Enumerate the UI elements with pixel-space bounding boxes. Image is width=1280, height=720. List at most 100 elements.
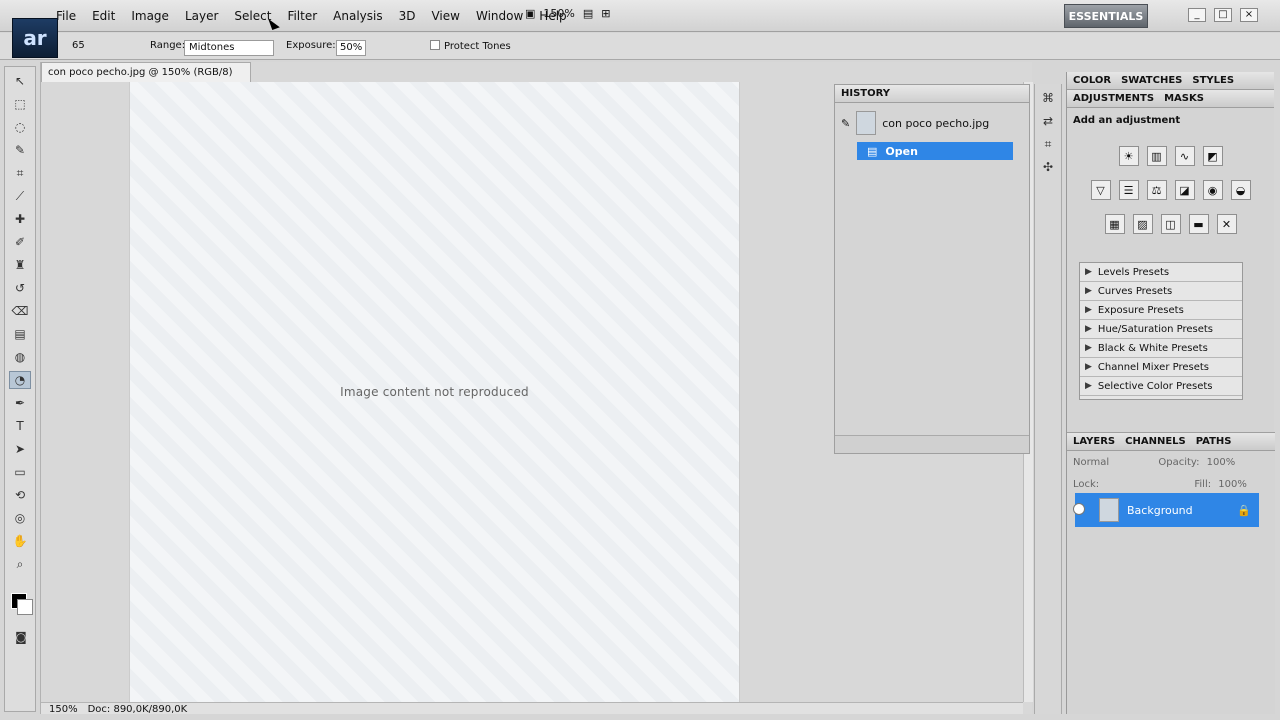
exposure-input[interactable]: 50%	[336, 40, 366, 56]
eraser-tool-icon[interactable]: ⌫	[9, 302, 31, 320]
adjustment-icons-row-1: ☀ ▥ ∿ ◩	[1067, 146, 1274, 166]
selective-color-icon[interactable]: ✕	[1216, 214, 1237, 234]
preset-black-white[interactable]: Black & White Presets	[1080, 339, 1242, 358]
brush-tool-icon[interactable]: ✐	[9, 233, 31, 251]
levels-icon[interactable]: ▥	[1146, 146, 1167, 166]
restore-button[interactable]: □	[1214, 8, 1232, 22]
tab-swatches[interactable]: SWATCHES	[1121, 75, 1182, 86]
tab-paths[interactable]: PATHS	[1196, 436, 1232, 447]
preset-hue-saturation[interactable]: Hue/Saturation Presets	[1080, 320, 1242, 339]
shape-tool-icon[interactable]: ▭	[9, 463, 31, 481]
screen-toggle-icon[interactable]: ⊞	[601, 7, 610, 20]
tab-styles[interactable]: STYLES	[1192, 75, 1234, 86]
pen-tool-icon[interactable]: ✒	[9, 394, 31, 412]
lasso-tool-icon[interactable]: ◌	[9, 118, 31, 136]
posterize-icon[interactable]: ▨	[1132, 214, 1153, 234]
opacity-value[interactable]: 100%	[1207, 457, 1236, 468]
clone-tool-icon[interactable]: ♜	[9, 256, 31, 274]
hue-saturation-icon[interactable]: ☰	[1118, 180, 1139, 200]
menu-3d[interactable]: 3D	[391, 8, 424, 24]
menu-window[interactable]: Window	[468, 8, 531, 24]
brightness-icon[interactable]: ☀	[1118, 146, 1139, 166]
status-doc-size: Doc: 890,0K/890,0K	[87, 703, 188, 715]
marquee-tool-icon[interactable]: ⬚	[9, 95, 31, 113]
zoom-tool-icon[interactable]: ⌕	[9, 555, 31, 573]
curves-icon[interactable]: ∿	[1174, 146, 1195, 166]
zoom-level[interactable]: 150%	[543, 7, 574, 20]
photo-filter-icon[interactable]: ◉	[1202, 180, 1223, 200]
menu-view[interactable]: View	[423, 8, 467, 24]
actions-panel-icon[interactable]: ⌗	[1037, 135, 1059, 153]
preset-selective-color[interactable]: Selective Color Presets	[1080, 377, 1242, 396]
quick-select-icon[interactable]: ✎	[9, 141, 31, 159]
history-footer	[835, 435, 1029, 453]
history-brush-icon[interactable]: ↺	[9, 279, 31, 297]
move-tool-icon[interactable]: ↖	[9, 72, 31, 90]
menu-edit[interactable]: Edit	[84, 8, 123, 24]
history-panel: HISTORY ✎ con poco pecho.jpg ▤ Open	[834, 84, 1030, 454]
preset-exposure[interactable]: Exposure Presets	[1080, 301, 1242, 320]
vibrance-icon[interactable]: ▽	[1090, 180, 1111, 200]
menu-image[interactable]: Image	[123, 8, 177, 24]
history-snapshot[interactable]: ✎ con poco pecho.jpg	[835, 109, 1013, 137]
minimize-button[interactable]: _	[1188, 8, 1206, 22]
exposure-icon[interactable]: ◩	[1202, 146, 1223, 166]
invert-icon[interactable]: ▦	[1104, 214, 1125, 234]
protect-tones-checkbox[interactable]	[430, 40, 440, 50]
workspace-button[interactable]: ESSENTIALS	[1064, 4, 1148, 28]
gradient-tool-icon[interactable]: ▤	[9, 325, 31, 343]
background-color-swatch[interactable]	[17, 599, 33, 615]
fill-value[interactable]: 100%	[1218, 479, 1247, 490]
path-select-icon[interactable]: ➤	[9, 440, 31, 458]
blend-mode[interactable]: Normal	[1073, 457, 1109, 468]
add-adjustment-label: Add an adjustment	[1073, 114, 1181, 126]
tab-masks[interactable]: MASKS	[1164, 93, 1204, 104]
hand-tool-icon[interactable]: ✋	[9, 532, 31, 550]
tool-presets-icon[interactable]: ✣	[1037, 158, 1059, 176]
tab-color[interactable]: COLOR	[1073, 75, 1111, 86]
threshold-icon[interactable]: ◫	[1160, 214, 1181, 234]
quick-mask-icon[interactable]: ◙	[10, 628, 32, 646]
3d-camera-icon[interactable]: ◎	[9, 509, 31, 527]
black-white-icon[interactable]: ◪	[1174, 180, 1195, 200]
healing-tool-icon[interactable]: ✚	[9, 210, 31, 228]
type-tool-icon[interactable]: T	[9, 417, 31, 435]
history-step-open[interactable]: ▤ Open	[857, 142, 1013, 160]
preset-curves[interactable]: Curves Presets	[1080, 282, 1242, 301]
gradient-map-icon[interactable]: ▬	[1188, 214, 1209, 234]
channel-mixer-icon[interactable]: ◒	[1230, 180, 1251, 200]
horizontal-scrollbar[interactable]: 150% Doc: 890,0K/890,0K	[41, 702, 1023, 715]
document-tab[interactable]: con poco pecho.jpg @ 150% (RGB/8)	[41, 62, 251, 82]
protect-tones-option[interactable]: Protect Tones	[430, 40, 511, 52]
menu-filter[interactable]: Filter	[279, 8, 325, 24]
menu-layer[interactable]: Layer	[177, 8, 226, 24]
navigator-panel-icon[interactable]: ⇄	[1037, 112, 1059, 130]
history-panel-icon[interactable]: ⌘	[1037, 89, 1059, 107]
menu-bar: ar File Edit Image Layer Select Filter A…	[0, 0, 1280, 58]
brush-size[interactable]: 65	[72, 40, 85, 51]
layer-background[interactable]: Background 🔒	[1073, 493, 1259, 527]
screen-mode-icon[interactable]: ▣	[525, 7, 535, 20]
range-select[interactable]: Midtones	[184, 40, 274, 56]
visibility-eye-icon[interactable]	[1073, 503, 1085, 515]
collapsed-panel-strip: ⌘ ⇄ ⌗ ✣	[1034, 84, 1062, 714]
canvas[interactable]: Image content not reproduced	[129, 82, 740, 702]
status-zoom[interactable]: 150%	[49, 704, 78, 715]
preset-levels[interactable]: Levels Presets	[1080, 263, 1242, 282]
open-step-icon: ▤	[867, 144, 878, 158]
eyedropper-tool-icon[interactable]: ⟋	[9, 187, 31, 205]
tab-layers[interactable]: LAYERS	[1073, 436, 1115, 447]
3d-rotate-icon[interactable]: ⟲	[9, 486, 31, 504]
main-menu: File Edit Image Layer Select Filter Anal…	[48, 8, 575, 24]
arrange-docs-icon[interactable]: ▤	[583, 7, 593, 20]
close-button[interactable]: ×	[1240, 8, 1258, 22]
dodge-tool-icon[interactable]: ◔	[9, 371, 31, 389]
menu-analysis[interactable]: Analysis	[325, 8, 390, 24]
color-balance-icon[interactable]: ⚖	[1146, 180, 1167, 200]
tab-channels[interactable]: CHANNELS	[1125, 436, 1186, 447]
crop-tool-icon[interactable]: ⌗	[9, 164, 31, 182]
preset-channel-mixer[interactable]: Channel Mixer Presets	[1080, 358, 1242, 377]
tab-adjustments[interactable]: ADJUSTMENTS	[1073, 93, 1154, 104]
blur-tool-icon[interactable]: ◍	[9, 348, 31, 366]
history-title: HISTORY	[841, 88, 891, 99]
